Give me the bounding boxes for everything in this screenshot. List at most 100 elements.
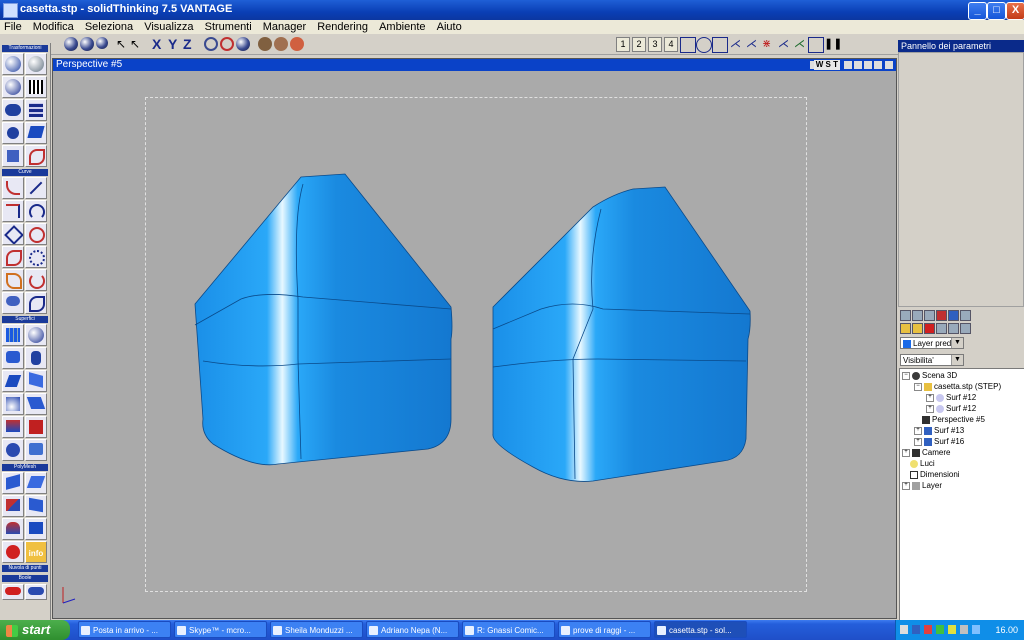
spiral-icon[interactable] xyxy=(25,223,47,245)
loft-surface-icon[interactable] xyxy=(2,347,24,369)
lock-icon[interactable] xyxy=(960,323,971,334)
trim-curve-icon[interactable] xyxy=(25,292,47,314)
sphere-surface-icon[interactable] xyxy=(25,324,47,346)
tree-node-perspective[interactable]: Perspective #5 xyxy=(922,415,985,425)
tree-node-surf13[interactable]: + Surf #13 xyxy=(914,426,964,436)
line-icon[interactable] xyxy=(25,177,47,199)
menu-seleziona[interactable]: Seleziona xyxy=(81,20,137,34)
task-skype[interactable]: Skype™ - mcro... xyxy=(174,621,267,638)
tree-node-luci[interactable]: Luci xyxy=(910,459,935,469)
menu-strumenti[interactable]: Strumenti xyxy=(201,20,256,34)
lighting-icon[interactable] xyxy=(290,37,304,51)
rotate-sphere-icon[interactable] xyxy=(2,76,24,98)
language-icon[interactable] xyxy=(900,625,908,634)
snap-icon[interactable]: ⋌ xyxy=(730,37,744,51)
dots-icon[interactable] xyxy=(2,122,24,144)
tree-node-surf12b[interactable]: + Surf #12 xyxy=(926,404,976,414)
shell-surface-icon[interactable] xyxy=(2,439,24,461)
network-icon[interactable] xyxy=(912,625,920,634)
polymesh-icon[interactable] xyxy=(2,472,24,494)
menu-aiuto[interactable]: Aiuto xyxy=(433,20,466,34)
pause-icon[interactable]: ❚❚ xyxy=(824,37,842,51)
freeform-curve-icon[interactable] xyxy=(2,246,24,268)
zoom-icon[interactable] xyxy=(204,37,218,51)
viewport[interactable]: Perspective #5 W S T xyxy=(52,58,897,619)
net-surface-icon[interactable] xyxy=(25,393,47,415)
folder-open-icon[interactable] xyxy=(912,323,923,334)
close-button[interactable]: X xyxy=(1006,2,1024,20)
grid-icon[interactable] xyxy=(25,76,47,98)
update-icon[interactable] xyxy=(972,625,980,634)
tree-node-scene[interactable]: − Scena 3D xyxy=(902,371,957,381)
snap-curve-icon[interactable]: ⋌ xyxy=(794,37,808,51)
tree-node-surf16[interactable]: + Surf #16 xyxy=(914,437,964,447)
skype-tray-icon[interactable] xyxy=(936,625,944,634)
tree-node-layer[interactable]: + Layer xyxy=(902,481,942,491)
rectangle-curve-icon[interactable] xyxy=(2,223,24,245)
array-icon[interactable] xyxy=(25,99,47,121)
menu-modifica[interactable]: Modifica xyxy=(29,20,78,34)
task-prove[interactable]: prove di raggi - ... xyxy=(558,621,651,638)
spheres-group-icon[interactable] xyxy=(2,99,24,121)
bend-icon[interactable] xyxy=(25,145,47,167)
polymesh-project-icon[interactable] xyxy=(2,518,24,540)
new-object-icon[interactable] xyxy=(900,310,911,321)
volume-icon[interactable] xyxy=(960,625,968,634)
blend-surface-icon[interactable] xyxy=(2,393,24,415)
rotate-view-icon[interactable] xyxy=(696,37,712,53)
polymesh-section-icon[interactable] xyxy=(25,518,47,540)
fillet-surface-icon[interactable] xyxy=(2,416,24,438)
curve-icon[interactable] xyxy=(2,177,24,199)
sweep-surface-icon[interactable] xyxy=(2,370,24,392)
snap-grid-icon[interactable]: ⋌ xyxy=(778,37,792,51)
polymesh-edit-icon[interactable] xyxy=(25,472,47,494)
helix-icon[interactable] xyxy=(25,246,47,268)
security-icon[interactable] xyxy=(924,625,932,634)
box-surface-icon[interactable] xyxy=(25,416,47,438)
fillet-curve-icon[interactable] xyxy=(25,269,47,291)
task-casetta[interactable]: casetta.stp - sol... xyxy=(654,621,747,638)
menu-file[interactable]: File xyxy=(0,20,26,34)
polyline-icon[interactable] xyxy=(2,200,24,222)
material-icon[interactable] xyxy=(274,37,288,51)
chevron-down-icon[interactable]: ▼ xyxy=(951,338,963,348)
arc-icon[interactable] xyxy=(25,200,47,222)
globe-transform-icon[interactable] xyxy=(25,53,47,75)
task-posta[interactable]: Posta in arrivo - ... xyxy=(78,621,171,638)
axis-icon[interactable] xyxy=(2,145,24,167)
offset-curve-icon[interactable] xyxy=(2,269,24,291)
target-icon[interactable] xyxy=(220,37,234,51)
move-view-icon[interactable] xyxy=(680,37,696,53)
view-4-button[interactable]: 4 xyxy=(664,37,678,52)
tree-node-camere[interactable]: + Camere xyxy=(902,448,950,458)
filter-icon[interactable] xyxy=(960,310,971,321)
menu-visualizza[interactable]: Visualizza xyxy=(140,20,197,34)
revolve-surface-icon[interactable] xyxy=(25,347,47,369)
info-button[interactable]: info xyxy=(25,541,47,563)
menu-rendering[interactable]: Rendering xyxy=(313,20,372,34)
tree-node-file[interactable]: − casetta.stp (STEP) xyxy=(914,382,1001,392)
offset-surface-icon[interactable] xyxy=(25,439,47,461)
axis-y-button[interactable]: Y xyxy=(168,36,177,52)
view-1-button[interactable]: 1 xyxy=(616,37,630,52)
view-3-button[interactable]: 3 xyxy=(648,37,662,52)
start-button[interactable]: start xyxy=(0,620,70,640)
construction-plane-icon[interactable] xyxy=(808,37,824,53)
view-2-button[interactable]: 2 xyxy=(632,37,646,52)
visibility-select[interactable]: Visibilita' ▼ xyxy=(900,354,964,366)
minimize-button[interactable]: _ xyxy=(968,2,987,20)
messenger-icon[interactable] xyxy=(948,625,956,634)
red-object-icon[interactable] xyxy=(936,310,947,321)
task-gnassi[interactable]: R: Gnassi Comic... xyxy=(462,621,555,638)
polymesh-check-icon[interactable] xyxy=(2,541,24,563)
maximize-button[interactable]: □ xyxy=(987,2,1006,20)
tree-node-surf12a[interactable]: + Surf #12 xyxy=(926,393,976,403)
tree-node-dimensioni[interactable]: Dimensioni xyxy=(910,470,960,480)
snap-mid-icon[interactable]: ⋌ xyxy=(746,37,760,51)
layer-icon[interactable] xyxy=(948,323,959,334)
globe-icon[interactable] xyxy=(236,37,250,51)
render-icon[interactable] xyxy=(258,37,272,51)
extrude-surface-icon[interactable] xyxy=(2,324,24,346)
axis-x-button[interactable]: X xyxy=(152,36,161,52)
task-adriano[interactable]: Adriano Nepa (N... xyxy=(366,621,459,638)
